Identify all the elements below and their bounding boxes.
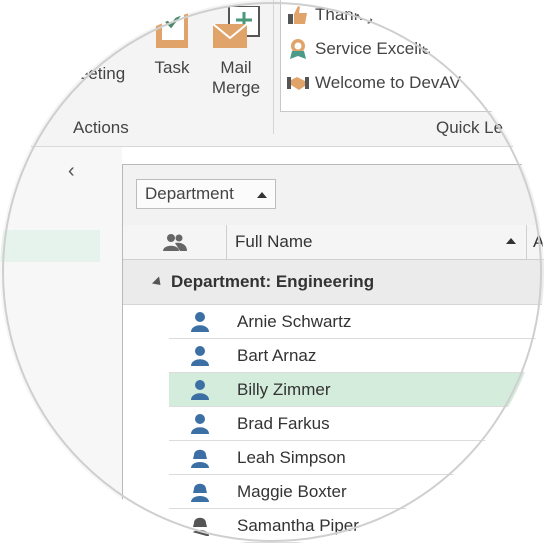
employee-name: Arnie Schwartz — [237, 312, 352, 331]
column-header-full-name[interactable]: Full Name — [227, 225, 527, 259]
grid-rows: Arnie Schwartz Bart Arnaz Billy Zimmer B… — [169, 305, 544, 543]
employee-name: Brad Farkus — [237, 414, 330, 433]
column-header-next[interactable]: A — [527, 225, 544, 259]
male-person-icon — [191, 414, 209, 434]
quick-letter-label: Thank y — [315, 5, 376, 24]
column-header-photo[interactable] — [123, 225, 227, 259]
male-person-icon — [191, 346, 209, 366]
employee-name: Bart Arnaz — [237, 346, 317, 365]
quick-letter-label: Service Excelle — [315, 39, 432, 58]
column-header-row: Full Name A — [123, 225, 544, 260]
mail-merge-icon — [212, 6, 260, 48]
employee-name: Billy Zimmer — [237, 380, 331, 399]
group-by-department-chip[interactable]: Department — [136, 179, 276, 209]
column-header-label: Full Name — [235, 232, 313, 251]
collapse-pane-chevron-icon[interactable]: ‹ — [68, 160, 75, 183]
meeting-button[interactable]: eeting — [62, 24, 142, 84]
quick-letter-service-excellence[interactable]: Service Excelle — [287, 35, 431, 63]
sort-ascending-icon — [257, 192, 267, 198]
app-window: eeting Task Mail Merge Actions Thank y S… — [0, 0, 544, 544]
employee-name: Samantha Piper — [237, 516, 359, 535]
male-person-icon — [191, 380, 209, 400]
group-chip-label: Department — [145, 184, 234, 203]
table-row[interactable]: Bart Arnaz — [169, 339, 544, 373]
table-row[interactable]: Brad Farkus — [169, 407, 544, 441]
female-person-icon — [191, 449, 209, 468]
navigation-pane — [0, 147, 122, 544]
table-row[interactable]: Leah Simpson — [169, 441, 544, 475]
expand-collapse-icon[interactable] — [151, 275, 165, 289]
actions-group-label: Actions — [73, 118, 129, 137]
ribbon-group-separator — [273, 0, 274, 134]
quick-letters-group-label: Quick Le — [436, 118, 504, 137]
sort-ascending-icon — [506, 238, 516, 244]
mail-merge-label-line1: Mail — [220, 58, 252, 77]
mail-merge-button[interactable]: Mail Merge — [204, 6, 268, 98]
female-person-icon — [191, 483, 209, 502]
mail-merge-label-line2: Merge — [211, 78, 261, 97]
award-ribbon-icon — [290, 39, 306, 59]
quick-letter-label: Welcome to DevAV — [315, 73, 461, 92]
employee-name: Maggie Boxter — [237, 482, 347, 501]
group-row-engineering[interactable]: Department: Engineering — [123, 260, 544, 305]
table-row-selected[interactable]: Billy Zimmer — [169, 373, 544, 407]
quick-letter-thank-you[interactable]: Thank y — [287, 1, 375, 29]
column-header-label: A — [533, 232, 544, 251]
quick-letter-welcome[interactable]: Welcome to DevAV — [287, 69, 461, 97]
group-row-label: Department: Engineering — [171, 272, 375, 291]
handshake-icon — [287, 77, 309, 90]
ribbon: eeting Task Mail Merge Actions Thank y S… — [0, 0, 544, 147]
table-row[interactable]: Maggie Boxter — [169, 475, 544, 509]
table-row[interactable]: Samantha Piper — [169, 509, 544, 543]
table-row[interactable]: Arnie Schwartz — [169, 305, 544, 339]
male-person-icon — [191, 312, 209, 332]
task-button[interactable]: Task — [148, 0, 196, 78]
meeting-button-label: eeting — [78, 64, 126, 83]
group-panel: Department — [123, 165, 544, 226]
thumbs-up-icon — [288, 6, 307, 24]
task-icon — [156, 0, 188, 48]
people-icon — [162, 234, 187, 251]
employee-name: Leah Simpson — [237, 448, 346, 467]
quick-letters-gallery: Thank y Service Excelle Welcome to DevAV — [280, 0, 544, 112]
employees-grid: Department Full Name A Department: Engin… — [122, 164, 544, 544]
task-button-label: Task — [154, 58, 190, 77]
female-person-icon — [191, 517, 209, 536]
nav-selected-item[interactable] — [0, 230, 100, 262]
